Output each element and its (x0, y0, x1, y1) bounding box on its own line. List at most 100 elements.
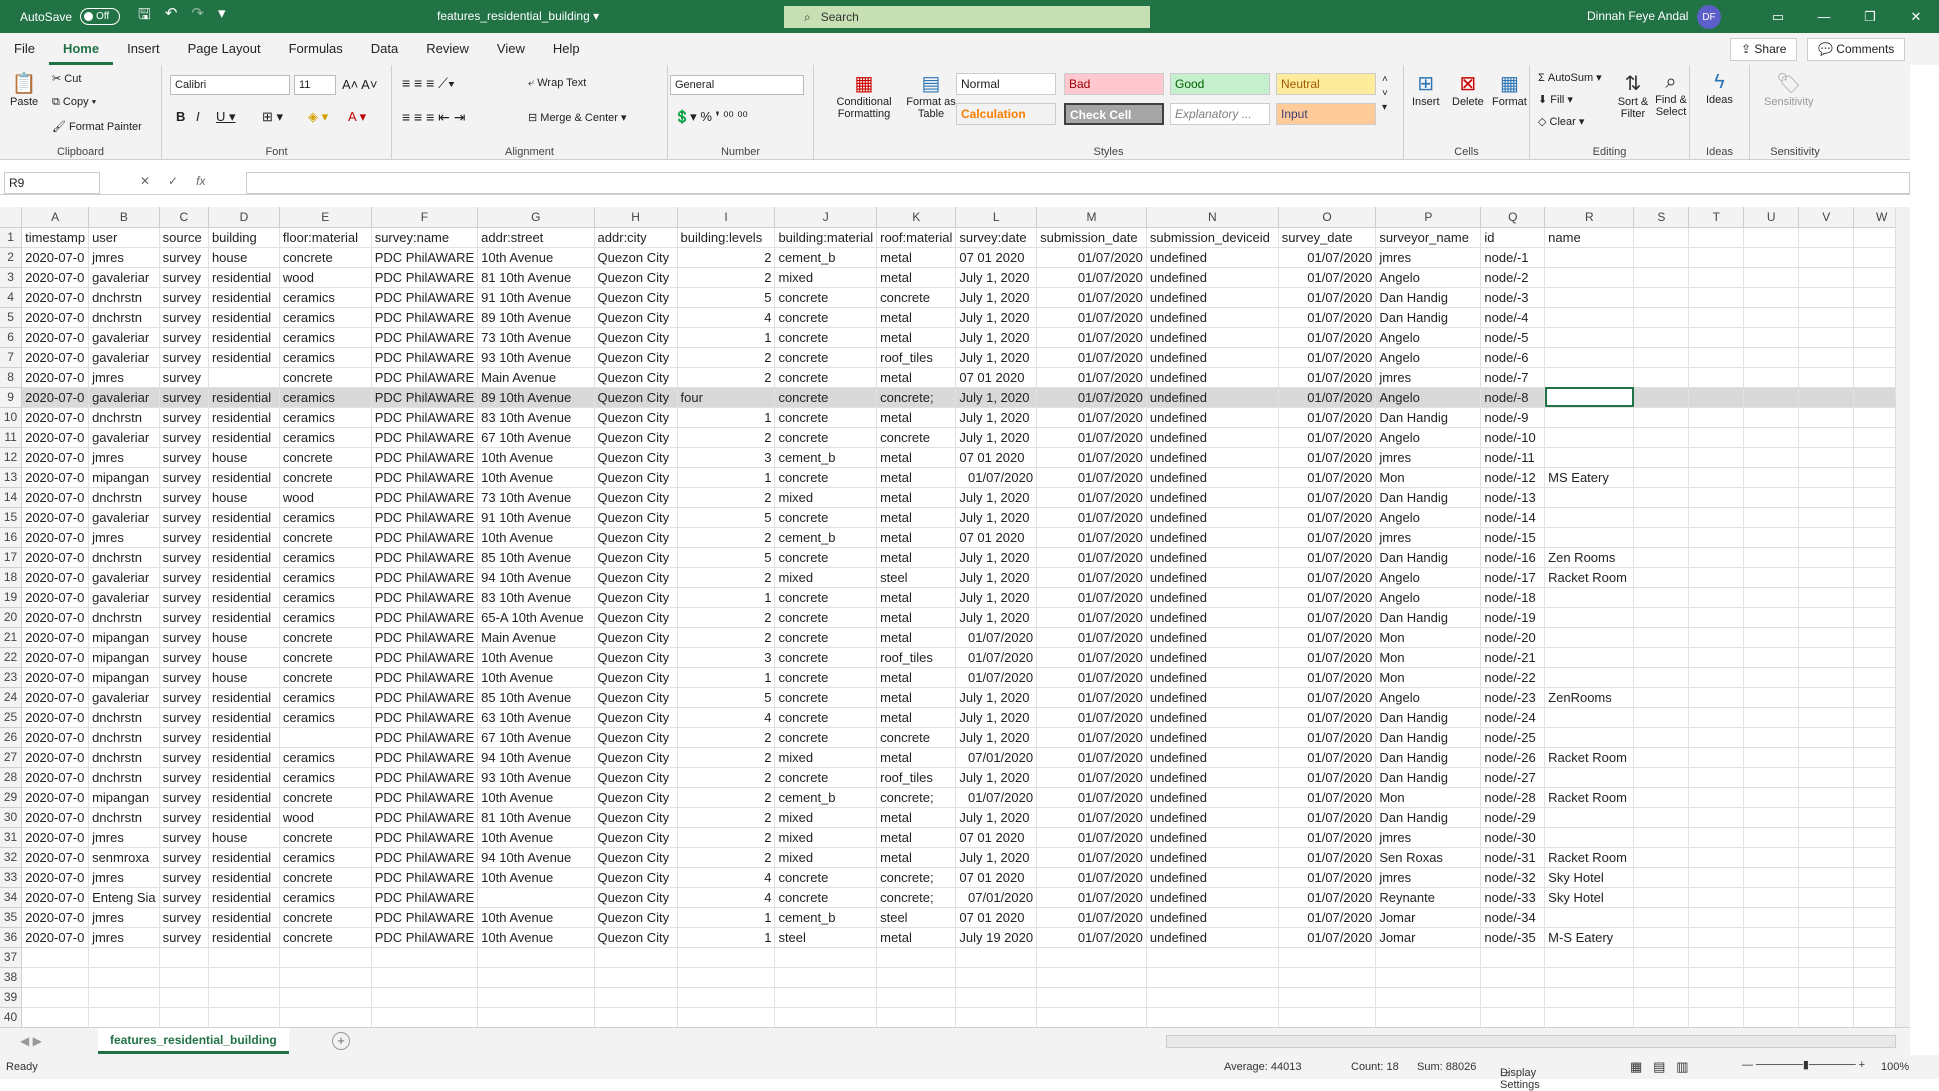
cell[interactable]: 2 (677, 827, 776, 848)
cell[interactable]: 10th Avenue (477, 467, 595, 488)
cell[interactable]: 2 (677, 487, 776, 508)
cell[interactable] (21, 947, 90, 968)
cell[interactable] (1633, 587, 1690, 608)
cell[interactable]: 01/07/2020 (1278, 767, 1377, 788)
cell[interactable] (1633, 527, 1690, 548)
cell[interactable]: residential (208, 767, 280, 788)
cell[interactable] (1544, 507, 1635, 528)
borders-icon[interactable]: ⊞ ▾ (262, 109, 283, 125)
cell[interactable]: PDC PhilAWARE (371, 927, 479, 948)
cell[interactable]: July 1, 2020 (955, 307, 1038, 328)
cell[interactable]: Dan Handig (1375, 607, 1482, 628)
cell[interactable]: 01/07/2020 (1036, 607, 1147, 628)
column-header[interactable]: B (88, 207, 160, 228)
cell[interactable] (21, 1007, 90, 1027)
cell[interactable]: PDC PhilAWARE (371, 267, 479, 288)
cell[interactable]: survey (159, 727, 209, 748)
cell[interactable] (1743, 587, 1800, 608)
cell[interactable]: PDC PhilAWARE (371, 707, 479, 728)
cell[interactable]: 01/07/2020 (1278, 907, 1377, 928)
tab-help[interactable]: Help (539, 33, 594, 65)
cell[interactable] (1798, 767, 1855, 788)
cell[interactable] (1743, 487, 1800, 508)
cell[interactable]: concrete (774, 467, 878, 488)
cell[interactable] (955, 1007, 1038, 1027)
cell[interactable]: Quezon City (594, 567, 678, 588)
cell[interactable]: 10th Avenue (477, 907, 595, 928)
number-format-icons[interactable]: 💲▾ % ❜ ⁰⁰ ⁰⁰ (674, 109, 748, 125)
row-header[interactable]: 21 (0, 627, 23, 648)
paste-button[interactable]: 📋 Paste (10, 71, 38, 108)
insert-cells-button[interactable]: ⊞ Insert (1412, 71, 1440, 108)
cell[interactable]: survey:date (955, 227, 1038, 248)
cell[interactable] (1798, 547, 1855, 568)
cell[interactable]: Sky Hotel (1544, 887, 1635, 908)
cell[interactable]: concrete; (876, 887, 957, 908)
cell[interactable] (1036, 947, 1147, 968)
cell[interactable]: house (208, 627, 280, 648)
cell[interactable] (1798, 587, 1855, 608)
document-title[interactable]: features_residential_building ▾ (437, 9, 599, 23)
cell[interactable] (1743, 267, 1800, 288)
row-header[interactable]: 35 (0, 907, 23, 928)
cell[interactable]: ceramics (279, 307, 372, 328)
cell[interactable]: 85 10th Avenue (477, 547, 595, 568)
cell[interactable]: 01/07/2020 (1036, 647, 1147, 668)
cell[interactable] (1688, 987, 1745, 1008)
cell[interactable] (371, 967, 479, 988)
delete-cells-button[interactable]: ⊠ Delete (1452, 71, 1484, 108)
cell[interactable]: Quezon City (594, 827, 678, 848)
cell[interactable]: concrete (774, 347, 878, 368)
autosave[interactable]: AutoSave Off (20, 8, 121, 25)
cell[interactable]: metal (876, 267, 957, 288)
cell[interactable]: node/-14 (1480, 507, 1546, 528)
cell[interactable]: Zen Rooms (1544, 547, 1635, 568)
cell[interactable] (1688, 807, 1745, 828)
cell[interactable] (1544, 667, 1635, 688)
cell[interactable]: metal (876, 667, 957, 688)
cell[interactable]: 01/07/2020 (1278, 447, 1377, 468)
cell[interactable]: house (208, 247, 280, 268)
style-input[interactable]: Input (1276, 103, 1376, 125)
cell[interactable] (1544, 447, 1635, 468)
cell[interactable]: 10th Avenue (477, 927, 595, 948)
cell[interactable]: Racket Room (1544, 747, 1635, 768)
cell[interactable] (279, 1007, 372, 1027)
cell[interactable]: 07 01 2020 (955, 247, 1038, 268)
cell[interactable]: wood (279, 267, 372, 288)
cell[interactable]: 01/07/2020 (1036, 427, 1147, 448)
share-button[interactable]: ⇪ Share (1730, 38, 1798, 61)
cell[interactable]: 01/07/2020 (1036, 587, 1147, 608)
cell[interactable]: 01/07/2020 (1036, 547, 1147, 568)
cell[interactable]: 01/07/2020 (1278, 547, 1377, 568)
cell[interactable]: 2020-07-0 (21, 347, 90, 368)
cell[interactable] (1743, 447, 1800, 468)
cell[interactable]: mixed (774, 847, 878, 868)
cell[interactable]: submission_date (1036, 227, 1147, 248)
cell[interactable]: Quezon City (594, 307, 678, 328)
cell[interactable]: survey_date (1278, 227, 1377, 248)
spreadsheet-grid[interactable]: ABCDEFGHIJKLMNOPQRSTUVW 1 timestamp user so… (0, 207, 1910, 1027)
cell[interactable]: 4 (677, 307, 776, 328)
cell[interactable]: node/-24 (1480, 707, 1546, 728)
cell[interactable]: ceramics (279, 887, 372, 908)
cell[interactable] (1743, 527, 1800, 548)
formula-icons[interactable]: ✕✓fx (140, 174, 205, 188)
cell[interactable]: undefined (1146, 467, 1279, 488)
cell[interactable]: undefined (1146, 647, 1279, 668)
view-icons[interactable]: ▦ ▤ ▥ (1630, 1059, 1689, 1075)
cell[interactable] (1278, 987, 1377, 1008)
cell[interactable]: ceramics (279, 607, 372, 628)
cell[interactable]: survey (159, 627, 209, 648)
cell[interactable]: survey (159, 707, 209, 728)
cell[interactable] (1688, 307, 1745, 328)
cell[interactable]: node/-27 (1480, 767, 1546, 788)
cell[interactable]: node/-12 (1480, 467, 1546, 488)
autosum-button[interactable]: Σ AutoSum ▾ (1538, 71, 1602, 84)
cell[interactable] (1633, 907, 1690, 928)
cell[interactable]: concrete (279, 627, 372, 648)
column-header[interactable]: E (279, 207, 372, 228)
cell[interactable] (1743, 647, 1800, 668)
tab-data[interactable]: Data (357, 33, 412, 65)
cell[interactable] (1743, 607, 1800, 628)
